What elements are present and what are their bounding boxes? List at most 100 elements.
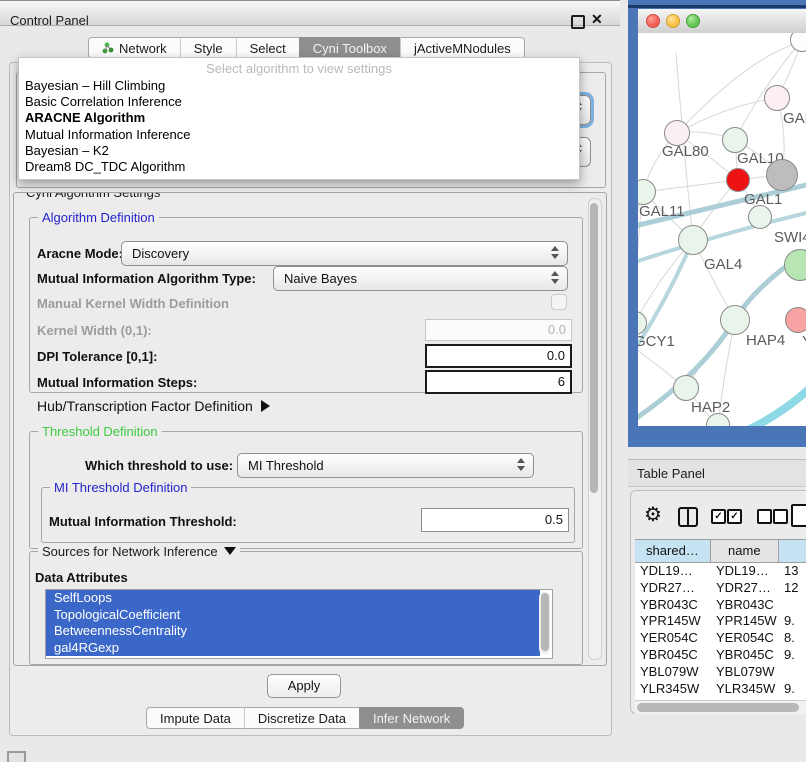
node-table[interactable]: shared…name YDL19…YDL19…13YDR27…YDR27…12… <box>635 539 806 703</box>
network-canvas[interactable]: GALGAL80GAL10GAL1GAL11GAL4SWI4GCY1YHAP4H… <box>638 33 806 426</box>
kernel-width-field[interactable]: 0.0 <box>425 319 572 341</box>
settings-scrollbar[interactable] <box>588 198 602 660</box>
table-column-header[interactable]: shared… <box>635 540 711 562</box>
mi-steps-field[interactable]: 6 <box>425 370 572 394</box>
network-node-hap4[interactable] <box>720 305 750 335</box>
data-attributes-label: Data Attributes <box>35 570 128 585</box>
algorithm-options: Bayesian – Hill ClimbingBasic Correlatio… <box>19 78 579 175</box>
table-row[interactable]: YBR045CYBR045C9. <box>635 647 806 664</box>
table-column-header[interactable] <box>779 540 806 562</box>
mi-threshold-label: Mutual Information Threshold: <box>49 514 237 529</box>
data-attributes-list[interactable]: SelfLoopsTopologicalCoefficientBetweenne… <box>45 589 553 659</box>
table-cell <box>779 597 806 614</box>
table-header-row: shared…name <box>635 539 806 563</box>
tab-infer-network[interactable]: Infer Network <box>359 707 464 729</box>
tab-network[interactable]: Network <box>88 37 180 59</box>
settings-scrollbar-thumb[interactable] <box>590 203 598 493</box>
tab-cyni-toolbox[interactable]: Cyni Toolbox <box>299 37 400 59</box>
file-icon[interactable] <box>791 504 806 527</box>
network-node-y[interactable] <box>785 307 806 333</box>
network-edge[interactable] <box>677 98 777 133</box>
which-threshold-value: MI Threshold <box>248 458 324 473</box>
network-node-gal1[interactable] <box>726 168 750 192</box>
which-threshold-label: Which threshold to use: <box>85 458 233 473</box>
tab-jactivemnodules[interactable]: jActiveMNodules <box>400 37 525 59</box>
network-node-hap2[interactable] <box>673 375 699 401</box>
unchecked-checkbox-icon[interactable] <box>757 509 772 524</box>
columns-icon[interactable] <box>678 507 698 527</box>
list-scrollbar-thumb[interactable] <box>541 593 549 651</box>
aracne-mode-combobox[interactable]: Discovery <box>121 241 568 266</box>
table-row[interactable]: YBL079WYBL079W <box>635 664 806 681</box>
list-scrollbar[interactable] <box>539 592 550 654</box>
algorithm-option[interactable]: ARACNE Algorithm <box>19 110 579 126</box>
unchecked-checkbox-icon[interactable] <box>773 509 788 524</box>
table-cell: YDR27… <box>635 580 711 597</box>
table-cell: YBL079W <box>635 664 711 681</box>
close-traffic-light-icon[interactable] <box>646 14 660 28</box>
sources-title[interactable]: Sources for Network Inference <box>38 544 240 559</box>
float-window-icon[interactable] <box>571 15 585 29</box>
which-threshold-combobox[interactable]: MI Threshold <box>237 453 534 478</box>
table-cell: YBR045C <box>711 647 779 664</box>
data-attribute-item-selected[interactable]: SelfLoops <box>46 590 540 607</box>
data-attribute-item-selected[interactable]: gal4RGexp <box>46 640 540 657</box>
table-scrollbar-thumb[interactable] <box>637 703 799 712</box>
data-attribute-item-selected[interactable]: TopologicalCoefficient <box>46 607 540 624</box>
control-panel-titlebar: Control Panel ✕ <box>0 0 620 26</box>
control-panel-title: Control Panel <box>10 13 89 28</box>
table-row[interactable]: YLR345WYLR345W9. <box>635 681 806 698</box>
dpi-tolerance-field[interactable]: 0.0 <box>425 344 572 368</box>
network-edge[interactable] <box>643 180 738 192</box>
hub-section-toggle[interactable]: Hub/Transcription Factor Definition <box>37 398 270 414</box>
table-row[interactable]: YPR145WYPR145W9. <box>635 613 806 630</box>
table-row[interactable]: YER054CYER054C8. <box>635 630 806 647</box>
table-cell: YDL19… <box>635 563 711 580</box>
mi-type-combobox[interactable]: Naive Bayes <box>273 266 568 291</box>
tab-discretize-data[interactable]: Discretize Data <box>244 707 359 729</box>
table-horizontal-scrollbar[interactable] <box>635 700 806 714</box>
tab-label: Discretize Data <box>258 711 346 726</box>
table-row[interactable]: YBR043CYBR043C <box>635 597 806 614</box>
data-attribute-item-selected[interactable]: BetweennessCentrality <box>46 623 540 640</box>
algorithm-option[interactable]: Mutual Information Inference <box>19 127 579 143</box>
node-label: HAP2 <box>691 399 730 416</box>
algorithm-option[interactable]: Dream8 DC_TDC Algorithm <box>19 159 579 175</box>
zoom-traffic-light-icon[interactable] <box>686 14 700 28</box>
stepper-icon <box>517 458 524 471</box>
network-node[interactable] <box>766 159 798 191</box>
manual-kernel-checkbox[interactable] <box>551 294 567 310</box>
algorithm-definition-title: Algorithm Definition <box>38 210 159 225</box>
expanded-arrow-icon <box>224 547 236 555</box>
tab-style[interactable]: Style <box>180 37 236 59</box>
tab-select[interactable]: Select <box>236 37 299 59</box>
mi-type-label: Mutual Information Algorithm Type: <box>37 271 256 286</box>
table-row[interactable]: YDL19…YDL19…13 <box>635 563 806 580</box>
algorithm-option[interactable]: Bayesian – K2 <box>19 143 579 159</box>
table-column-header[interactable]: name <box>711 540 779 562</box>
checked-checkbox-icon[interactable]: ✓ <box>727 509 742 524</box>
network-node-gal4[interactable] <box>678 225 708 255</box>
algorithm-option[interactable]: Basic Correlation Inference <box>19 94 579 110</box>
minimize-traffic-light-icon[interactable] <box>666 14 680 28</box>
node-label: GAL4 <box>704 256 742 273</box>
close-icon[interactable]: ✕ <box>591 11 603 28</box>
apply-button[interactable]: Apply <box>267 674 341 698</box>
algorithm-option[interactable]: Bayesian – Hill Climbing <box>19 78 579 94</box>
network-node-gal[interactable] <box>764 85 790 111</box>
dock-icon[interactable] <box>7 751 26 762</box>
mi-threshold-group-title: MI Threshold Definition <box>50 480 191 495</box>
checked-checkbox-icon[interactable]: ✓ <box>711 509 726 524</box>
node-label: SWI4 <box>774 229 806 246</box>
table-row[interactable]: YDR27…YDR27…12 <box>635 580 806 597</box>
tab-impute-data[interactable]: Impute Data <box>146 707 244 729</box>
table-cell: 9. <box>779 681 806 698</box>
network-edge[interactable] <box>750 369 806 426</box>
algorithm-dropdown-list: Select algorithm to view settings Bayesi… <box>18 57 580 180</box>
network-icon <box>102 39 114 51</box>
application-window: Control Panel ✕ NetworkStyleSelectCyni T… <box>0 0 806 762</box>
network-node[interactable] <box>748 205 772 229</box>
table-cell: 12 <box>779 580 806 597</box>
settings-gear-icon[interactable]: ⚙ <box>644 505 662 525</box>
mi-threshold-field[interactable]: 0.5 <box>421 508 569 532</box>
